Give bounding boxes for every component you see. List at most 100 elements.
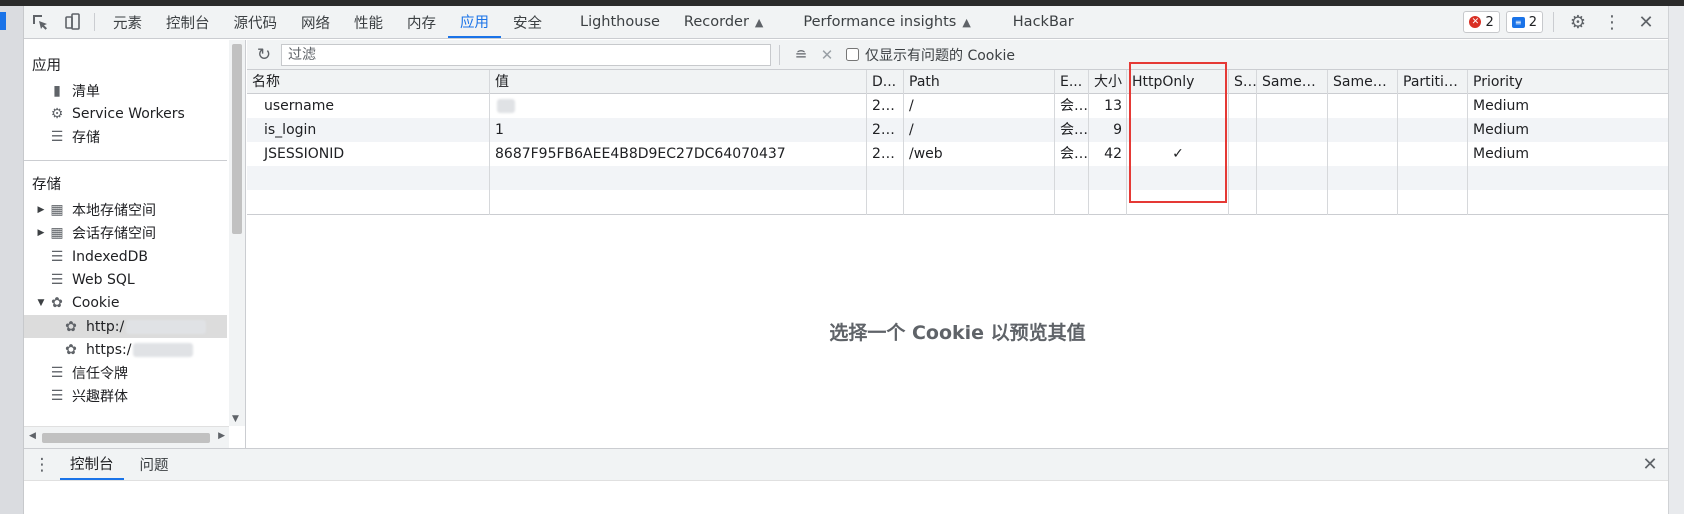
- sidebar-item-session-storage[interactable]: ▶ ▦ 会话存储空间: [24, 221, 227, 244]
- tab-sources[interactable]: 源代码: [222, 6, 290, 38]
- close-drawer-icon[interactable]: ✕: [1632, 449, 1668, 480]
- cell-size: 13: [1104, 98, 1122, 114]
- only-issues-text: 仅显示有问题的 Cookie: [865, 47, 1015, 64]
- column-divider[interactable]: [1467, 70, 1468, 215]
- inspect-element-icon[interactable]: [24, 6, 56, 38]
- cookie-toolbar: ↻ ≘ ✕ 仅显示有问题的 Cookie: [247, 40, 1668, 70]
- cell-domain: 21...: [872, 98, 904, 114]
- column-header-sameparty[interactable]: SamePa...: [1328, 70, 1398, 94]
- sidebar-item-interest-groups[interactable]: ☰ 兴趣群体: [24, 384, 227, 407]
- sidebar-item-label: 存储: [72, 129, 100, 146]
- devtools-panel: 元素 控制台 源代码 网络 性能 内存 应用 安全 Lighthouse Rec…: [24, 6, 1668, 514]
- sidebar-item-cookie-http[interactable]: ✿ http:/: [24, 315, 227, 338]
- column-header-name[interactable]: 名称: [247, 70, 490, 94]
- sidebar-item-label: Cookie: [72, 294, 120, 311]
- tab-recorder[interactable]: Recorder ▲: [672, 6, 775, 38]
- database-icon: ☰: [50, 248, 64, 265]
- sidebar-item-label: Service Workers: [72, 105, 185, 122]
- column-divider[interactable]: [1397, 70, 1398, 215]
- column-divider[interactable]: [1228, 70, 1229, 215]
- column-header-domain[interactable]: D...: [867, 70, 904, 94]
- drawer-tab-issues[interactable]: 问题: [130, 449, 179, 480]
- column-header-partition-key[interactable]: Partitio...: [1398, 70, 1468, 94]
- settings-gear-icon[interactable]: ⚙: [1564, 8, 1592, 36]
- drawer-tab-console[interactable]: 控制台: [60, 449, 124, 480]
- column-divider[interactable]: [489, 70, 490, 215]
- tab-application[interactable]: 应用: [448, 6, 501, 38]
- table-row[interactable]: username 21... / 会... 13 Medium: [247, 94, 1668, 118]
- sidebar-item-label: IndexedDB: [72, 248, 148, 265]
- column-header-value[interactable]: 值: [490, 70, 867, 94]
- flask-icon: ▲: [754, 15, 764, 29]
- message-count-badge[interactable]: ≡ 2: [1505, 11, 1543, 33]
- tab-elements[interactable]: 元素: [101, 6, 154, 38]
- cell-size: 9: [1113, 122, 1122, 138]
- scrollbar-thumb[interactable]: [42, 433, 210, 443]
- error-count-badge[interactable]: ✕ 2: [1463, 11, 1500, 33]
- device-toggle-icon[interactable]: [56, 6, 88, 38]
- devtools-tab-bar: 元素 控制台 源代码 网络 性能 内存 应用 安全 Lighthouse Rec…: [24, 6, 1668, 39]
- sidebar-item-local-storage[interactable]: ▶ ▦ 本地存储空间: [24, 198, 227, 221]
- sidebar-vertical-scrollbar[interactable]: ▼: [229, 40, 245, 426]
- cell-value: [490, 94, 867, 118]
- column-divider[interactable]: [1054, 70, 1055, 215]
- tab-hackbar[interactable]: HackBar: [1001, 6, 1086, 38]
- column-divider[interactable]: [1256, 70, 1257, 215]
- table-row-empty: [247, 166, 1668, 190]
- column-header-path[interactable]: Path: [904, 70, 1055, 94]
- sidebar-item-manifest[interactable]: ▮ 清单: [24, 79, 227, 102]
- sidebar-horizontal-scrollbar[interactable]: ◀ ▶: [24, 426, 229, 448]
- cell-path: /: [909, 98, 914, 114]
- more-options-icon[interactable]: ⋮: [1598, 8, 1626, 36]
- scroll-down-arrow-icon[interactable]: ▼: [232, 414, 239, 424]
- table-row[interactable]: is_login 1 21... / 会... 9 Medium: [247, 118, 1668, 142]
- only-issues-checkbox[interactable]: [846, 48, 859, 61]
- scroll-left-arrow-icon[interactable]: ◀: [29, 431, 36, 441]
- cell-domain: 21...: [872, 122, 904, 138]
- tab-memory[interactable]: 内存: [395, 6, 448, 38]
- sidebar-item-storage-overview[interactable]: ☰ 存储: [24, 125, 227, 148]
- sidebar-item-cookies[interactable]: ▼ ✿ Cookie: [24, 291, 227, 314]
- column-divider[interactable]: [866, 70, 867, 215]
- column-divider[interactable]: [1126, 70, 1127, 215]
- tab-performance-insights[interactable]: Performance insights ▲: [791, 6, 982, 38]
- column-divider[interactable]: [903, 70, 904, 215]
- cell-value: 8687F95FB6AEE4B8D9EC27DC64070437: [495, 146, 786, 162]
- collapse-arrow-icon[interactable]: ▼: [34, 298, 48, 308]
- column-header-priority[interactable]: Priority: [1468, 70, 1668, 94]
- expand-arrow-icon[interactable]: ▶: [34, 228, 48, 238]
- sidebar-item-service-workers[interactable]: ⚙ Service Workers: [24, 102, 227, 125]
- filter-input[interactable]: [281, 43, 771, 66]
- column-header-size[interactable]: 大小: [1089, 70, 1127, 94]
- table-row[interactable]: JSESSIONID 8687F95FB6AEE4B8D9EC27DC64070…: [247, 142, 1668, 166]
- sidebar-item-indexeddb[interactable]: ☰ IndexedDB: [24, 245, 227, 268]
- sidebar-item-cookie-https[interactable]: ✿ https:/: [24, 338, 227, 361]
- drawer-menu-icon[interactable]: ⋮: [24, 449, 60, 480]
- column-divider[interactable]: [1088, 70, 1089, 215]
- page-right-edge: [1668, 6, 1684, 514]
- tab-console[interactable]: 控制台: [154, 6, 222, 38]
- scrollbar-thumb[interactable]: [232, 44, 242, 234]
- sidebar-item-websql[interactable]: ☰ Web SQL: [24, 268, 227, 291]
- column-divider[interactable]: [1327, 70, 1328, 215]
- cell-domain: 21...: [872, 146, 904, 162]
- tab-performance[interactable]: 性能: [342, 6, 395, 38]
- sidebar-item-label: 信任令牌: [72, 365, 128, 382]
- only-issues-checkbox-label[interactable]: 仅显示有问题的 Cookie: [846, 45, 1015, 65]
- page-left-edge: [0, 6, 24, 514]
- column-header-expires[interactable]: E...: [1055, 70, 1089, 94]
- tab-bar-right: ✕ 2 ≡ 2 ⚙ ⋮ ✕: [1463, 6, 1668, 38]
- column-header-secure[interactable]: S...: [1229, 70, 1257, 94]
- scroll-right-arrow-icon[interactable]: ▶: [218, 431, 225, 441]
- delete-selected-icon[interactable]: ✕: [814, 46, 840, 64]
- tab-network[interactable]: 网络: [289, 6, 342, 38]
- drawer-content-area[interactable]: [24, 480, 1668, 514]
- close-devtools-icon[interactable]: ✕: [1632, 8, 1660, 36]
- tab-lighthouse[interactable]: Lighthouse: [568, 6, 672, 38]
- refresh-icon[interactable]: ↻: [247, 45, 281, 65]
- column-header-samesite[interactable]: SameSite: [1257, 70, 1328, 94]
- clear-filtered-cookies-icon[interactable]: ≘: [788, 46, 814, 64]
- sidebar-item-trust-tokens[interactable]: ☰ 信任令牌: [24, 361, 227, 384]
- expand-arrow-icon[interactable]: ▶: [34, 205, 48, 215]
- tab-security[interactable]: 安全: [501, 6, 554, 38]
